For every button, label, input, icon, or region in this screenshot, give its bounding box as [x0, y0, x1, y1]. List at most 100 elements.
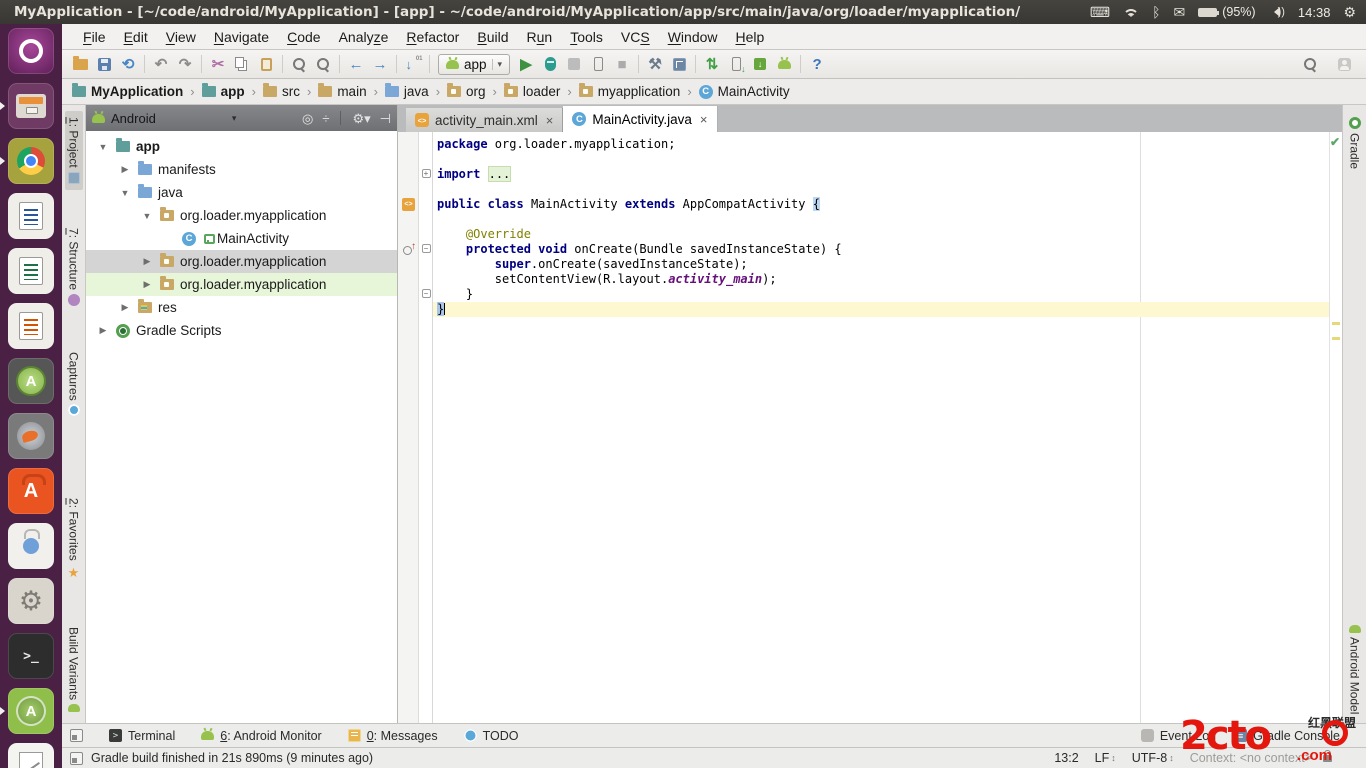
tree-row[interactable]: ▶org.loader.myapplication [86, 273, 397, 296]
menu-tools[interactable]: Tools [561, 29, 612, 45]
project-structure-icon[interactable] [667, 52, 691, 76]
gradle-sync-icon[interactable]: ⇅ [700, 52, 724, 76]
collapse-all-icon[interactable]: ÷ [322, 112, 329, 125]
tree-row[interactable]: ▼java [86, 181, 397, 204]
expand-arrow-icon[interactable]: ▶ [140, 279, 154, 290]
sdk-manager-icon[interactable] [724, 52, 748, 76]
breadcrumb-loader[interactable]: loader [504, 84, 561, 99]
tab-1-project[interactable]: 1: Project [65, 111, 83, 190]
synchronize-icon[interactable]: ⟲ [116, 52, 140, 76]
breadcrumb-src[interactable]: src [263, 84, 300, 99]
tab-todo[interactable]: TODO [464, 729, 519, 743]
menu-build[interactable]: Build [468, 29, 517, 45]
tab-terminal[interactable]: >Terminal [109, 729, 175, 743]
status-utf-8[interactable]: UTF-8↕ [1132, 751, 1174, 765]
code-line[interactable]: } [398, 302, 1329, 317]
user-avatar-icon[interactable] [1332, 52, 1356, 76]
search-everywhere-icon[interactable] [1298, 52, 1322, 76]
launcher-dash-icon[interactable] [8, 28, 54, 74]
mail-icon[interactable]: ✉ [1173, 5, 1185, 19]
menu-edit[interactable]: Edit [115, 29, 157, 45]
coverage-icon[interactable] [562, 52, 586, 76]
tab-gradle[interactable]: Gradle [1346, 111, 1364, 175]
clock[interactable]: 14:38 [1298, 5, 1331, 20]
open-icon[interactable] [68, 52, 92, 76]
breadcrumb-myapplication[interactable]: myapplication [579, 84, 681, 99]
settings-icon[interactable]: ⚒ [643, 52, 667, 76]
find-icon[interactable] [287, 52, 311, 76]
tree-row[interactable]: ▶manifests [86, 158, 397, 181]
run-config-select[interactable]: app▾ [438, 54, 510, 75]
avd-manager-icon[interactable]: ↓ [748, 52, 772, 76]
fold-marker-icon[interactable]: − [419, 242, 433, 257]
menu-view[interactable]: View [157, 29, 205, 45]
launcher-libreoffice-impress-icon[interactable] [8, 303, 54, 349]
tab-7-structure[interactable]: 7: Structure [65, 222, 83, 312]
tree-row[interactable]: ▶org.loader.myapplication [86, 250, 397, 273]
lock-icon[interactable] [1323, 755, 1332, 762]
session-gear-icon[interactable]: ⚙ [1343, 5, 1356, 19]
volume-icon[interactable]: )) [1269, 6, 1285, 18]
wifi-icon[interactable] [1123, 7, 1139, 18]
launcher-software-store-icon[interactable] [8, 523, 54, 569]
project-view-selector[interactable]: Android ▾ [92, 111, 236, 126]
launcher-system-settings-icon[interactable]: ⚙ [8, 578, 54, 624]
run-icon[interactable]: ▶ [514, 52, 538, 76]
paste-icon[interactable] [254, 52, 278, 76]
attach-debugger-icon[interactable] [586, 52, 610, 76]
stop-icon[interactable]: ■ [610, 52, 634, 76]
expand-arrow-icon[interactable]: ▼ [118, 188, 132, 198]
expand-arrow-icon[interactable]: ▼ [140, 211, 154, 221]
menu-help[interactable]: Help [727, 29, 774, 45]
code-line[interactable]: super.onCreate(savedInstanceState); [398, 257, 1329, 272]
editor-tab-activity-main-xml[interactable]: <>activity_main.xml× [406, 108, 563, 132]
launcher-software-center-icon[interactable]: A [8, 468, 54, 514]
override-gutter-icon[interactable] [398, 242, 419, 257]
undo-icon[interactable]: ↶ [149, 52, 173, 76]
tree-row[interactable]: ▶Gradle Scripts [86, 319, 397, 342]
stripe-mark[interactable] [1332, 322, 1340, 325]
menu-code[interactable]: Code [278, 29, 329, 45]
menu-vcs[interactable]: VCS [612, 29, 659, 45]
code-line[interactable]: <>public class MainActivity extends AppC… [398, 197, 1329, 212]
tree-row[interactable]: ▼org.loader.myapplication [86, 204, 397, 227]
launcher-codeblocks-icon[interactable] [8, 413, 54, 459]
replace-icon[interactable] [311, 52, 335, 76]
close-tab-icon[interactable]: × [700, 112, 708, 127]
code-line[interactable]: − protected void onCreate(Bundle savedIn… [398, 242, 1329, 257]
related-layout-gutter-icon[interactable]: <> [398, 197, 419, 212]
breadcrumb-mainactivity[interactable]: CMainActivity [699, 84, 790, 99]
battery-icon[interactable] [1198, 8, 1217, 17]
window-titlebar[interactable]: MyApplication - [~/code/android/MyApplic… [0, 0, 1366, 24]
stripe-mark[interactable] [1332, 337, 1340, 340]
menu-run[interactable]: Run [518, 29, 562, 45]
expand-arrow-icon[interactable]: ▶ [118, 302, 132, 313]
launcher-libreoffice-calc-icon[interactable] [8, 248, 54, 294]
code-line[interactable] [398, 152, 1329, 167]
code-editor[interactable]: package org.loader.myapplication;+import… [398, 132, 1342, 723]
breadcrumb-org[interactable]: org [447, 84, 486, 99]
back-icon[interactable]: ← [344, 52, 368, 76]
launcher-terminal-icon[interactable]: >_ [8, 633, 54, 679]
code-line[interactable]: − } [398, 287, 1329, 302]
tree-row[interactable]: CMainActivity [86, 227, 397, 250]
forward-icon[interactable]: → [368, 52, 392, 76]
status-context[interactable]: Context: <no context> [1190, 751, 1312, 765]
status-13[interactable]: 13:2 [1054, 751, 1078, 765]
error-stripe[interactable]: ✔ [1329, 132, 1342, 723]
menu-file[interactable]: File [74, 29, 115, 45]
breadcrumb-java[interactable]: java [385, 84, 429, 99]
locate-icon[interactable]: ◎ [302, 112, 313, 125]
save-all-icon[interactable] [92, 52, 116, 76]
expand-arrow-icon[interactable]: ▼ [96, 142, 110, 152]
tab-captures[interactable]: Captures [65, 346, 83, 423]
tab-messages[interactable]: 0: Messages [348, 729, 438, 743]
toolwindow-anchor-icon-icon[interactable] [70, 729, 83, 742]
tab-android-monitor[interactable]: 6: Android Monitor [201, 729, 321, 743]
tree-row[interactable]: ▼app [86, 135, 397, 158]
code-line[interactable] [398, 212, 1329, 227]
code-line[interactable] [398, 182, 1329, 197]
code-line[interactable]: +import ... [398, 167, 1329, 182]
launcher-chrome-icon[interactable] [8, 138, 54, 184]
menu-refactor[interactable]: Refactor [397, 29, 468, 45]
